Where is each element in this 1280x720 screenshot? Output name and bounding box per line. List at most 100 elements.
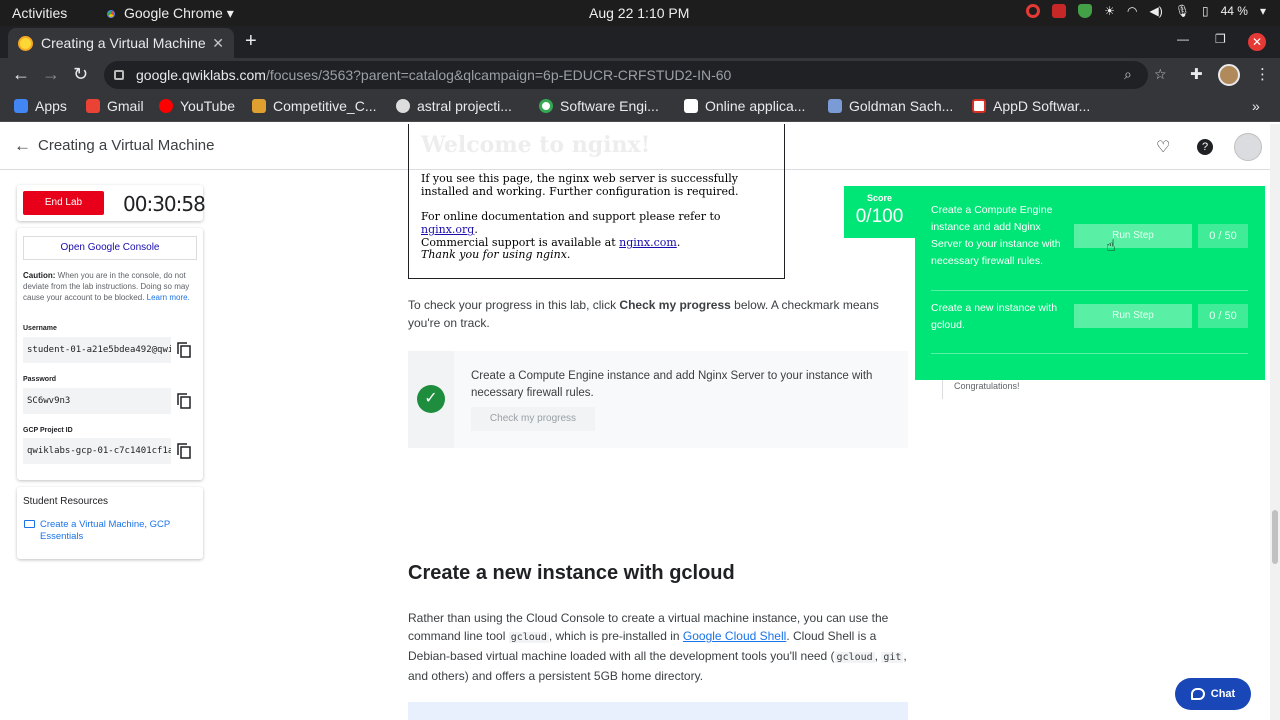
nginx-org-link[interactable]: nginx.org — [421, 223, 474, 236]
nginx-paragraph: Thank you for using nginx. — [421, 248, 571, 261]
run-step-button[interactable]: Run Step — [1074, 224, 1192, 248]
congrats-text: Congratulations! — [954, 381, 1020, 391]
bookmark-label: Software Engi... — [560, 98, 659, 114]
zoom-icon[interactable]: ⌕ — [1124, 66, 1132, 83]
progress-check-card: ✓ Create a Compute Engine instance and a… — [408, 351, 908, 448]
score-badge[interactable]: Score 0/100 — [844, 186, 915, 238]
run-step-button[interactable]: Run Step — [1074, 304, 1192, 328]
qwiklabs-favicon — [18, 35, 33, 51]
close-window-icon[interactable]: ✕ — [1248, 33, 1266, 51]
username-label: Username — [23, 325, 57, 332]
check-status-column: ✓ — [408, 351, 454, 448]
minimize-icon[interactable]: — — [1177, 32, 1189, 46]
bookmark-online-application[interactable]: Online applica... — [684, 98, 805, 114]
help-icon[interactable]: ? — [1197, 139, 1213, 155]
scrollbar-thumb[interactable] — [1272, 510, 1278, 564]
learn-more-link[interactable]: Learn more. — [147, 293, 190, 302]
resource-link[interactable]: Create a Virtual Machine, GCP Essentials — [40, 519, 200, 543]
caution-text: Caution: When you are in the console, do… — [23, 270, 199, 303]
app-menu[interactable]: Google Chrome ▾ — [104, 5, 234, 22]
hand-cursor-icon: ☝ — [1106, 238, 1116, 255]
page-title: Creating a Virtual Machine — [38, 137, 215, 154]
apps-grid-icon — [14, 99, 28, 113]
bookmark-goldman[interactable]: Goldman Sach... — [828, 98, 953, 114]
clock[interactable]: Aug 22 1:10 PM — [589, 5, 689, 21]
chat-button[interactable]: Chat — [1175, 678, 1251, 710]
student-resources-card: Student Resources Create a Virtual Machi… — [17, 487, 203, 559]
user-avatar[interactable] — [1234, 133, 1262, 161]
volume-icon: ◀) — [1149, 4, 1163, 18]
tab-strip: Creating a Virtual Machine ✕ + — ❐ — [0, 26, 1280, 58]
bookmark-label: astral projecti... — [417, 98, 512, 114]
more-bookmarks-icon[interactable]: » — [1252, 98, 1260, 114]
bookmark-label: Goldman Sach... — [849, 98, 954, 114]
restore-icon[interactable]: ❐ — [1215, 32, 1226, 46]
url-host: google.qwiklabs.com — [136, 67, 266, 83]
globe-icon — [396, 99, 410, 113]
password-field[interactable]: SC6wv9n3 — [23, 388, 171, 414]
nginx-text: For online documentation and support ple… — [421, 210, 721, 223]
amazon-icon — [684, 99, 698, 113]
bookmark-appd[interactable]: AppD Softwar... — [972, 98, 1090, 114]
resources-title: Student Resources — [23, 496, 109, 507]
divider — [942, 380, 943, 399]
chrome-icon — [104, 6, 118, 21]
copy-project-id-icon[interactable] — [177, 443, 191, 459]
close-tab-icon[interactable]: ✕ — [212, 35, 224, 52]
step-description: Create a Compute Engine instance and add… — [931, 204, 1061, 267]
bookmark-apps[interactable]: Apps — [14, 98, 67, 114]
step-score: 0 / 50 — [1198, 224, 1248, 248]
cloud-shell-link[interactable]: Google Cloud Shell — [683, 629, 786, 643]
project-id-field[interactable]: qwiklabs-gcp-01-c7c1401cf1a2 — [23, 438, 171, 464]
battery-icon: ▯ — [1202, 4, 1209, 18]
forward-icon[interactable]: → — [42, 64, 60, 85]
bookmark-software[interactable]: Software Engi... — [539, 98, 659, 114]
microphone-icon: 🎙 — [1174, 4, 1190, 18]
url-path: /focuses/3563?parent=catalog&qlcampaign=… — [265, 67, 732, 83]
heart-icon[interactable]: ♡ — [1156, 137, 1170, 157]
chat-label: Chat — [1210, 688, 1236, 700]
inline-code: gcloud — [834, 652, 875, 663]
username-field[interactable]: student-01-a21e5bdea492@qwiklabs.net — [23, 337, 171, 363]
page-scrollbar[interactable] — [1270, 124, 1280, 720]
end-lab-button[interactable]: End Lab — [23, 191, 104, 215]
inline-code: gcloud — [508, 632, 549, 643]
more-menu-icon[interactable]: ⋮ — [1255, 65, 1270, 83]
bookmark-astral[interactable]: astral projecti... — [396, 98, 512, 114]
bookmark-gmail[interactable]: Gmail — [86, 98, 144, 114]
back-icon[interactable]: ← — [12, 64, 30, 85]
bookmark-star-icon[interactable]: ☆ — [1154, 66, 1167, 83]
new-tab-button[interactable]: + — [245, 30, 257, 53]
bookmark-label: Competitive_C... — [273, 98, 377, 114]
address-bar[interactable]: google.qwiklabs.com/focuses/3563?parent=… — [104, 61, 1148, 89]
lab-timer: 00:30:58 — [123, 192, 206, 216]
profile-avatar[interactable] — [1218, 64, 1240, 86]
shield-icon — [1078, 4, 1093, 18]
extensions-icon[interactable]: ✚ — [1190, 65, 1203, 83]
nginx-welcome-screenshot: Welcome to nginx! If you see this page, … — [408, 124, 785, 279]
tab-creating-vm[interactable]: Creating a Virtual Machine ✕ — [8, 28, 234, 58]
system-top-bar: Activities Google Chrome ▾ Aug 22 1:10 P… — [0, 0, 1280, 26]
system-tray[interactable]: ☀ ◠ ◀) 🎙 ▯ 44 % ▾ — [1026, 4, 1266, 18]
step-score: 0 / 50 — [1198, 304, 1248, 328]
step-description: Create a new instance with gcloud. — [931, 302, 1058, 331]
credentials-card: Open Google Console Caution: When you ar… — [17, 228, 203, 480]
step-divider — [931, 353, 1248, 354]
section-heading: Create a new instance with gcloud — [408, 562, 735, 584]
opera-icon — [1026, 4, 1041, 18]
back-arrow-icon[interactable]: ← — [14, 136, 31, 156]
bookmark-competitive[interactable]: Competitive_C... — [252, 98, 376, 114]
bookmark-youtube[interactable]: YouTube — [159, 98, 235, 114]
chevron-down-icon: ▾ — [1259, 4, 1266, 18]
open-console-button[interactable]: Open Google Console — [23, 236, 197, 260]
activities-button[interactable]: Activities — [12, 5, 67, 21]
cisco-icon — [972, 99, 986, 113]
nginx-text: . — [474, 223, 478, 236]
copy-password-icon[interactable] — [177, 393, 191, 409]
site-icon — [252, 99, 266, 113]
nginx-paragraph: If you see this page, the nginx web serv… — [421, 172, 739, 198]
brightness-icon: ☀ — [1104, 4, 1116, 18]
check-progress-button[interactable]: Check my progress — [471, 407, 595, 431]
copy-username-icon[interactable] — [177, 342, 191, 358]
reload-icon[interactable]: ↻ — [73, 64, 88, 85]
